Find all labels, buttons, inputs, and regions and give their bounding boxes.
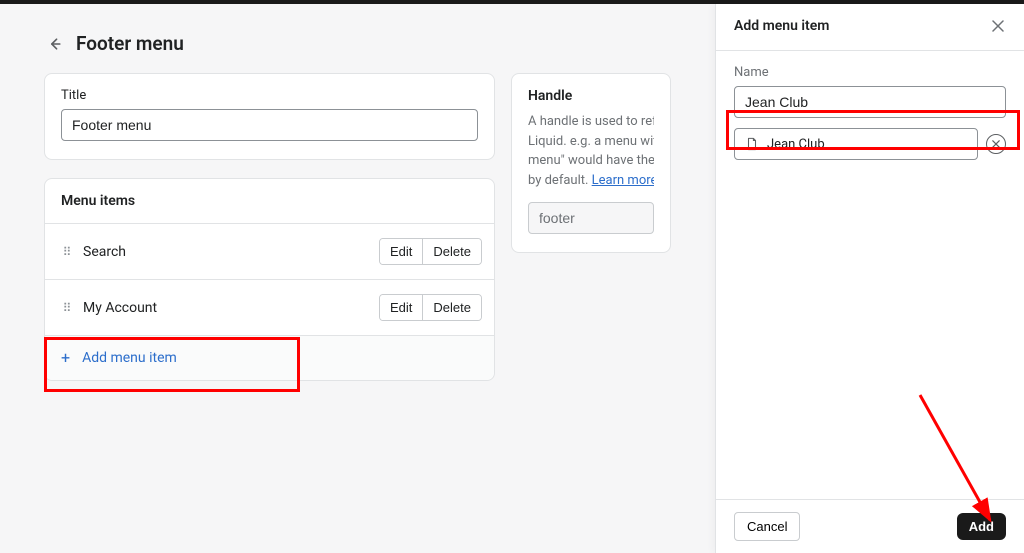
edit-button[interactable]: Edit: [380, 239, 422, 264]
table-row: ⠿ Search Edit Delete: [45, 224, 494, 280]
learn-more-link[interactable]: Learn more: [592, 173, 654, 188]
delete-button[interactable]: Delete: [422, 295, 481, 320]
add-menu-item-panel: Add menu item Name Jean Club Cancel Add: [715, 4, 1024, 553]
menu-item-label: My Account: [75, 300, 379, 316]
name-input[interactable]: [734, 86, 1006, 118]
clear-link-icon[interactable]: [986, 134, 1006, 154]
title-card: Title: [44, 73, 495, 160]
close-icon[interactable]: [990, 18, 1006, 34]
title-input[interactable]: [61, 109, 478, 141]
handle-input[interactable]: [528, 202, 654, 234]
edit-button[interactable]: Edit: [380, 295, 422, 320]
handle-description: A handle is used to reference Liquid. e.…: [528, 112, 654, 190]
add-menu-item-label: Add menu item: [82, 350, 177, 366]
handle-card: Handle A handle is used to reference Liq…: [511, 73, 671, 253]
page-header: Footer menu: [46, 32, 671, 55]
title-field-label: Title: [61, 88, 478, 103]
add-menu-item-button[interactable]: + Add menu item: [45, 336, 494, 380]
panel-title: Add menu item: [734, 18, 829, 34]
drag-handle-icon[interactable]: ⠿: [57, 301, 75, 315]
table-row: ⠿ My Account Edit Delete: [45, 280, 494, 336]
menu-items-heading: Menu items: [45, 179, 494, 224]
menu-item-label: Search: [75, 244, 379, 260]
menu-items-card: Menu items ⠿ Search Edit Delete ⠿ My Acc…: [44, 178, 495, 381]
link-value: Jean Club: [767, 137, 825, 152]
cancel-button[interactable]: Cancel: [734, 512, 800, 541]
add-button[interactable]: Add: [957, 513, 1006, 540]
back-arrow-icon[interactable]: [46, 35, 64, 53]
plus-icon: +: [61, 350, 70, 366]
page-title: Footer menu: [76, 32, 184, 55]
handle-heading: Handle: [528, 88, 654, 104]
delete-button[interactable]: Delete: [422, 239, 481, 264]
drag-handle-icon[interactable]: ⠿: [57, 245, 75, 259]
page-icon: [745, 137, 759, 151]
link-selector[interactable]: Jean Club: [734, 128, 978, 160]
name-field-label: Name: [734, 65, 1006, 80]
